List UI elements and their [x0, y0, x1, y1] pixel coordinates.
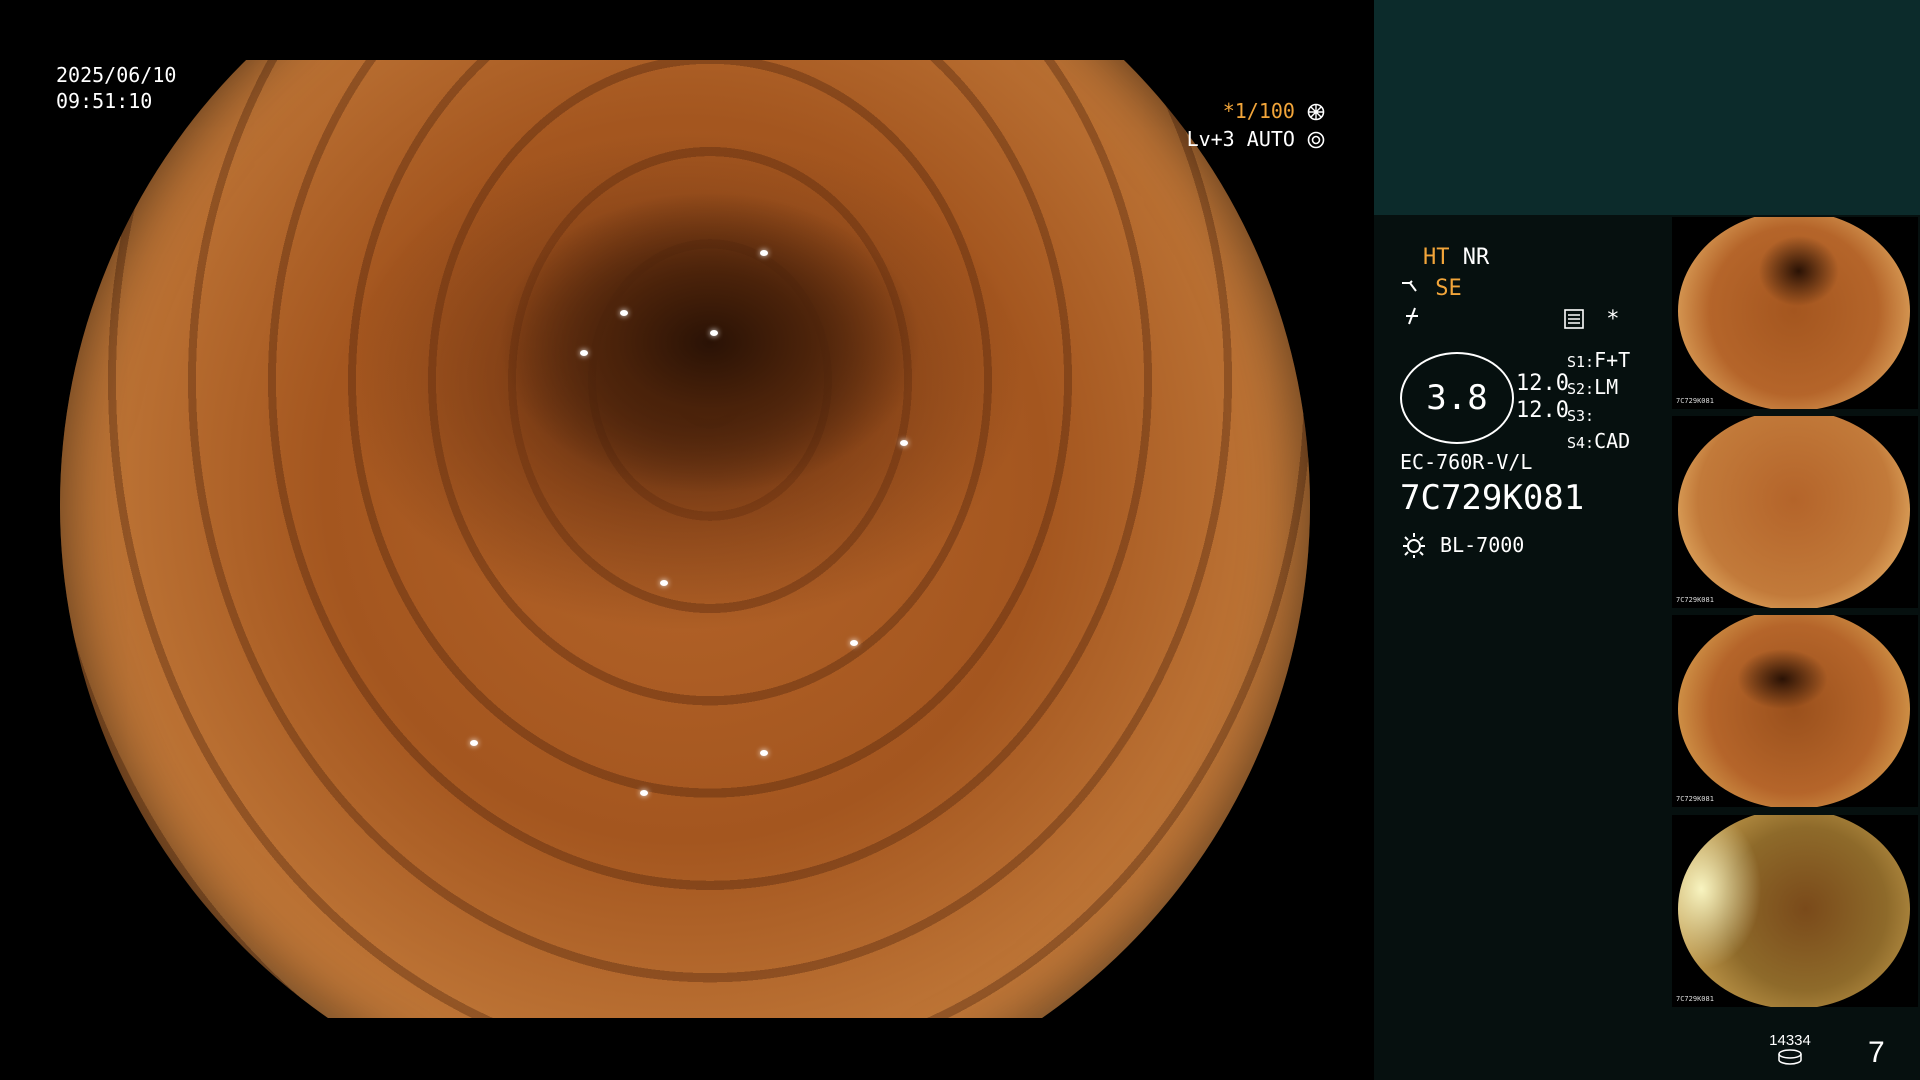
scope-serial: 7C729K081 — [1400, 478, 1585, 518]
lamp-icon — [1403, 533, 1425, 558]
switch-list: S1:F+T S2:LM S3: S4:CAD — [1567, 348, 1630, 456]
nr-label: NR — [1462, 245, 1490, 270]
se-row: SE — [1400, 275, 1462, 303]
thumbnail-label: 7C729K081 — [1676, 397, 1714, 405]
storage-readout: 14334 — [1764, 1032, 1816, 1069]
capture-thumbnail[interactable]: 7C729K081 — [1672, 416, 1918, 608]
endoscope-image — [60, 60, 1310, 1018]
mode-label: AUTO — [1246, 127, 1295, 151]
freeze-icon — [1406, 307, 1418, 325]
level-label: Lv+3 — [1186, 127, 1235, 151]
zoom-indicator: 3.8 — [1400, 352, 1514, 444]
page-number: 7 — [1868, 1036, 1885, 1069]
panel-header — [1374, 0, 1920, 215]
shutter-label: *1/100 — [1222, 99, 1295, 123]
light-source-row: BL-7000 — [1400, 531, 1524, 559]
storage-icon — [1778, 1049, 1802, 1065]
shutter-wheel-icon — [1307, 103, 1325, 121]
value-b: 12.0 — [1516, 398, 1569, 423]
switch-s3: S3: — [1567, 407, 1595, 425]
thumbnail-label: 7C729K081 — [1676, 795, 1714, 803]
level-readout: Lv+3 AUTO — [1185, 126, 1325, 152]
switch-s4: S4:CAD — [1567, 429, 1631, 453]
capture-thumbnail[interactable]: 7C729K081 — [1672, 217, 1918, 409]
freeze-row — [1402, 306, 1422, 334]
thumbnail-label: 7C729K081 — [1676, 596, 1714, 604]
ht-label: HT — [1423, 245, 1450, 270]
value-a: 12.0 — [1516, 371, 1569, 396]
shutter-readout: *1/100 — [1205, 98, 1325, 124]
ht-nr-row: HT NR — [1423, 244, 1489, 272]
storage-count: 14334 — [1769, 1032, 1811, 1049]
switch-s2: S2:LM — [1567, 375, 1619, 399]
date-label: 2025/06/10 — [56, 63, 177, 87]
asterisk-label: * — [1606, 307, 1620, 332]
scope-tip-icon — [1402, 280, 1417, 292]
auto-mode-icon — [1307, 131, 1325, 149]
settings-row: * — [1563, 306, 1620, 334]
se-label: SE — [1435, 276, 1462, 301]
light-source-label: BL-7000 — [1440, 533, 1525, 557]
capture-thumbnail[interactable]: 7C729K081 — [1672, 615, 1918, 807]
thumbnail-label: 7C729K081 — [1676, 995, 1714, 1003]
time-label: 09:51:10 — [56, 89, 153, 113]
endoscope-view — [60, 60, 1310, 1018]
datetime-readout: 2025/06/10 09:51:10 — [56, 62, 176, 114]
settings-icon — [1564, 309, 1584, 329]
scope-model: EC-760R-V/L — [1400, 450, 1533, 474]
capture-thumbnail[interactable]: 7C729K081 — [1672, 815, 1918, 1007]
switch-s1: S1:F+T — [1567, 348, 1631, 372]
zoom-value: 3.8 — [1426, 378, 1488, 418]
